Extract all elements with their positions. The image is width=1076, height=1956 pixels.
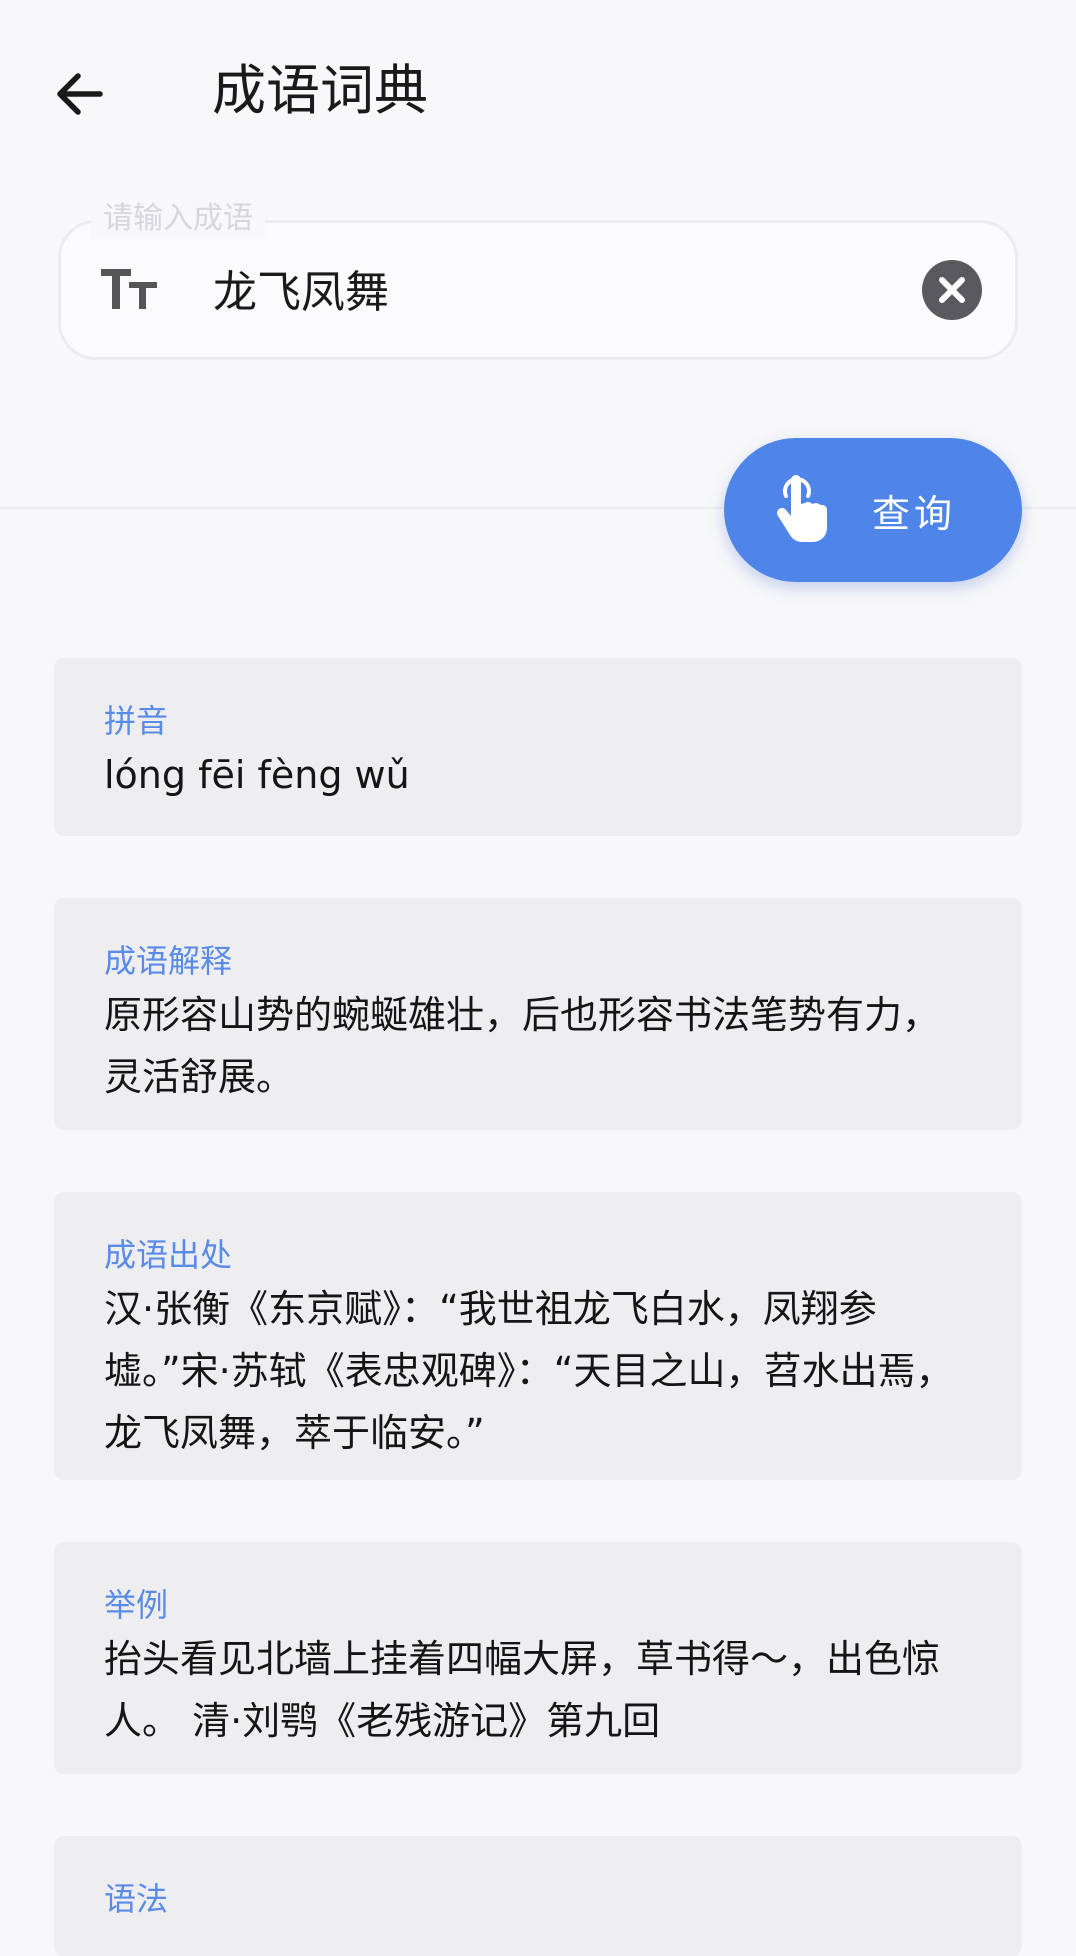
search-field[interactable]: 请输入成语 龙飞凤舞 <box>58 199 1018 360</box>
arrow-left-icon <box>57 73 103 115</box>
search-input[interactable]: 龙飞凤舞 <box>213 265 389 321</box>
app-bar: 成语词典 <box>0 0 1076 184</box>
card-label: 举例 <box>104 1586 169 1624</box>
card-explanation: 成语解释 原形容山势的蜿蜒雄壮，后也形容书法笔势有力，灵活舒展。 <box>54 898 1022 1130</box>
card-source: 成语出处 汉·张衡《东京赋》：“我世祖龙飞白水，凤翔参墟。”宋·苏轼《表忠观碑》… <box>54 1192 1022 1480</box>
page-title: 成语词典 <box>212 59 428 122</box>
card-label: 成语出处 <box>104 1236 233 1274</box>
search-placeholder: 请输入成语 <box>91 199 265 239</box>
query-button[interactable]: 查询 <box>724 438 1022 582</box>
clear-icon[interactable] <box>921 259 983 321</box>
card-body: 原形容山势的蜿蜒雄壮，后也形容书法笔势有力，灵活舒展。 <box>104 993 941 1099</box>
card-label: 拼音 <box>104 702 169 740</box>
card-label: 语法 <box>104 1880 169 1918</box>
text-size-icon <box>101 269 157 309</box>
tap-hand-icon <box>777 475 827 542</box>
card-pinyin: 拼音 lóng fēi fèng wǔ <box>54 658 1022 836</box>
card-body: 抬头看见北墙上挂着四幅大屏，草书得～，出色惊人。 清·刘鹗《老残游记》第九回 <box>104 1637 941 1743</box>
card-example: 举例 抬头看见北墙上挂着四幅大屏，草书得～，出色惊人。 清·刘鹗《老残游记》第九… <box>54 1542 1022 1774</box>
card-body: 汉·张衡《东京赋》：“我世祖龙飞白水，凤翔参墟。”宋·苏轼《表忠观碑》：“天目之… <box>104 1287 954 1455</box>
card-label: 成语解释 <box>104 942 233 980</box>
back-button[interactable] <box>40 54 120 134</box>
query-button-label: 查询 <box>872 491 957 536</box>
card-grammar: 语法 <box>54 1836 1022 1956</box>
card-body: lóng fēi fèng wǔ <box>104 753 410 797</box>
